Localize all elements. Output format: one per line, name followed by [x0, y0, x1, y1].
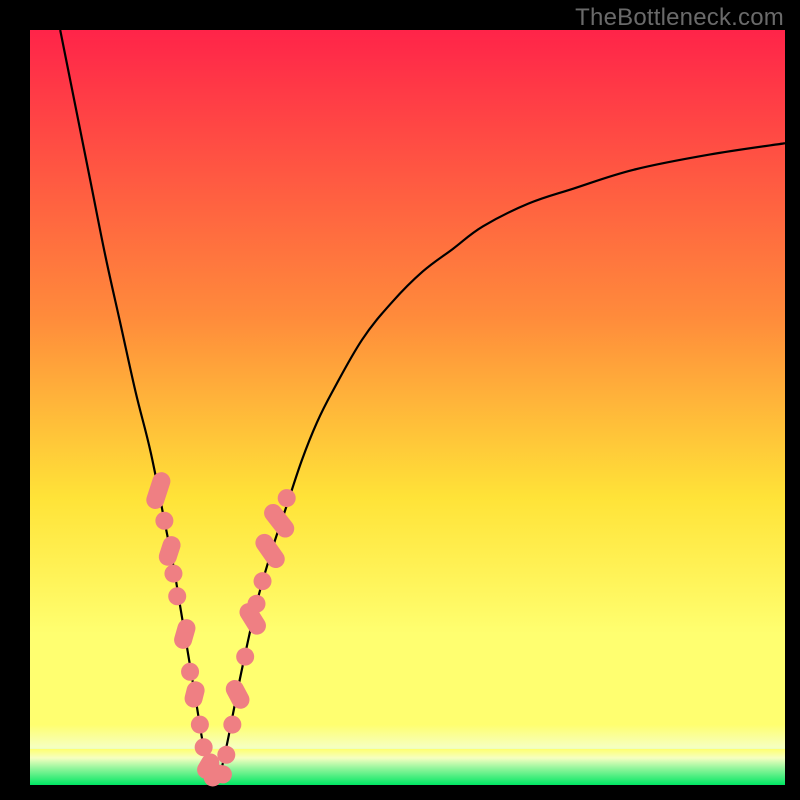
scatter-dot	[181, 663, 199, 681]
bottleneck-curve	[60, 30, 785, 782]
scatter-capsule	[172, 617, 198, 651]
scatter-markers	[144, 470, 298, 787]
scatter-dot	[236, 648, 254, 666]
scatter-dot	[191, 716, 209, 734]
scatter-dot	[254, 572, 272, 590]
scatter-dot	[155, 512, 173, 530]
scatter-dot	[217, 746, 235, 764]
chart-overlay	[30, 30, 785, 785]
scatter-capsule	[156, 534, 182, 568]
scatter-dot	[168, 587, 186, 605]
scatter-dot	[223, 716, 241, 734]
scatter-dot	[248, 595, 266, 613]
watermark-text: TheBottleneck.com	[575, 4, 784, 32]
chart-frame: TheBottleneck.com	[0, 0, 800, 800]
scatter-capsule	[223, 677, 253, 712]
scatter-dot	[164, 565, 182, 583]
scatter-capsule	[183, 679, 207, 709]
scatter-capsule	[144, 470, 173, 511]
scatter-dot	[278, 489, 296, 507]
